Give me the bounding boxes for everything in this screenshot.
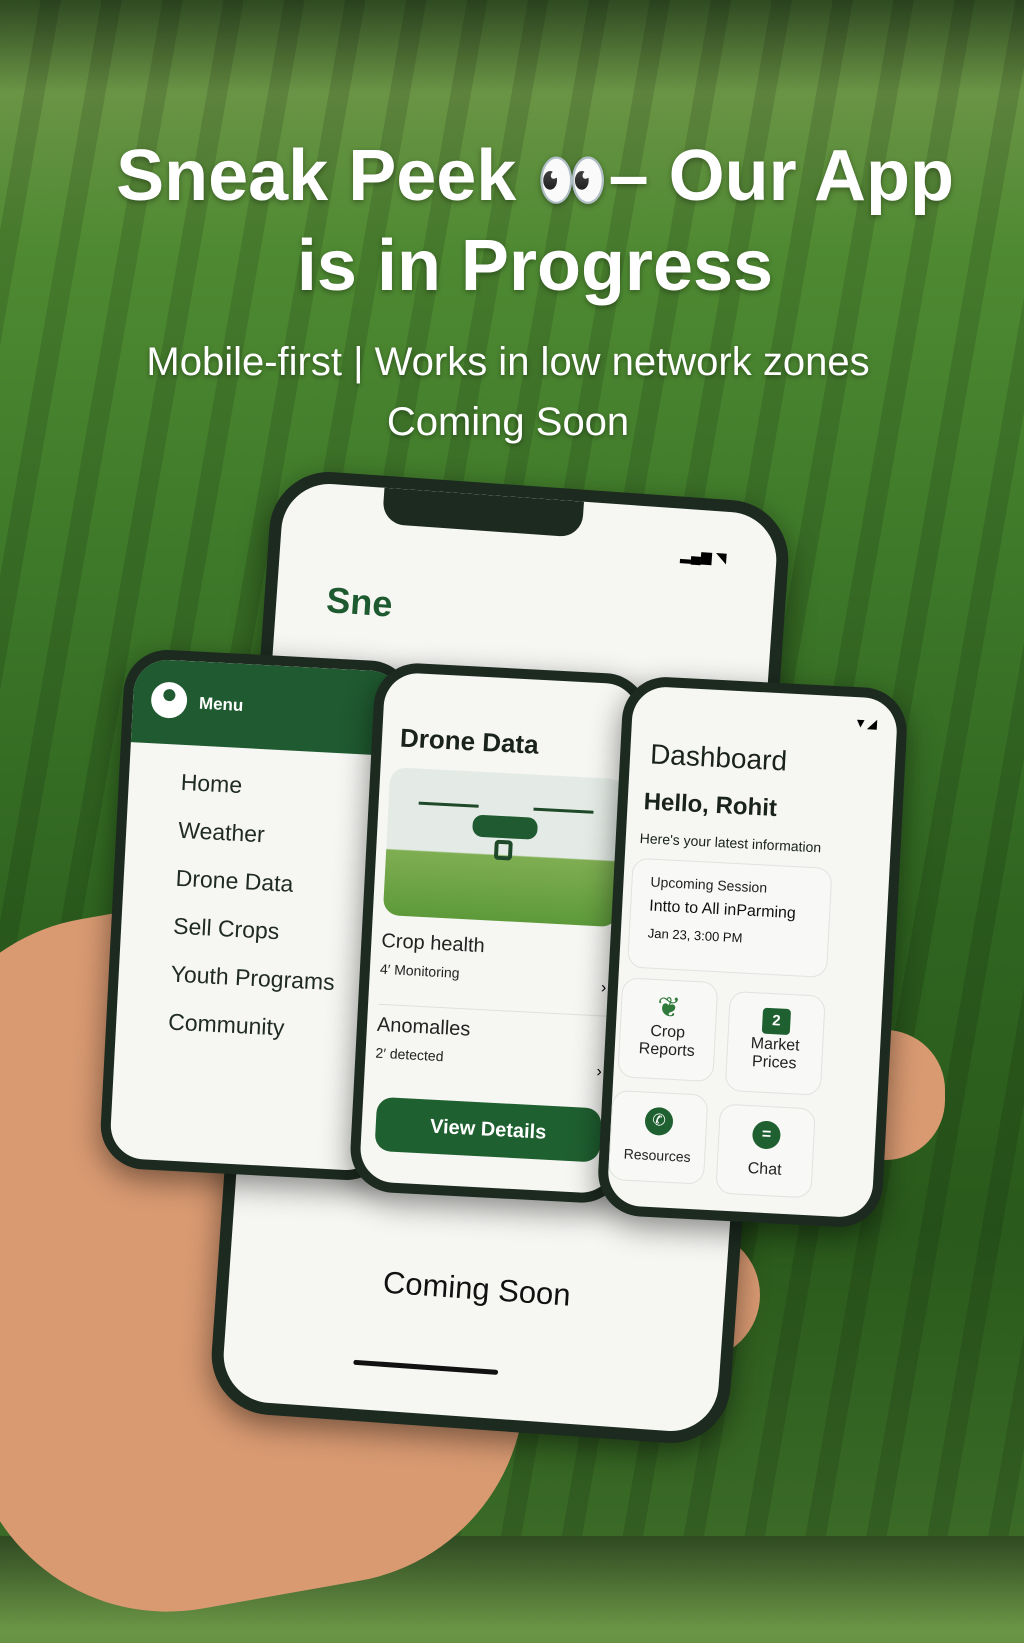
leaf-icon: ❦ <box>656 991 682 1024</box>
phone-icon: ✆ <box>644 1106 674 1137</box>
menu-title: Menu <box>198 693 244 715</box>
tile-chat[interactable]: = Chat <box>715 1103 816 1199</box>
tile-resources[interactable]: ✆ Resources <box>607 1089 709 1185</box>
greeting-subtitle: Here's your latest information <box>639 829 822 856</box>
dashboard-phone: ▼◢ Dashboard Hello, Rohit Here's your la… <box>596 674 909 1230</box>
menu-item-drone-data[interactable]: Drone Data <box>175 865 294 898</box>
row-title: Crop health <box>380 929 486 958</box>
session-label: Upcoming Session <box>650 873 768 896</box>
upcoming-session-card[interactable]: Upcoming Session Intto to All inParming … <box>627 857 833 978</box>
chevron-right-icon: › <box>596 1063 603 1081</box>
tile-label: Crop Reports <box>638 1022 696 1061</box>
menu-header: Menu <box>130 658 405 757</box>
tile-label: Chat <box>747 1160 782 1179</box>
row-count: 2 <box>375 1044 384 1062</box>
row-detail: detected <box>389 1045 444 1065</box>
menu-item-community[interactable]: Community <box>168 1009 286 1042</box>
user-avatar-icon[interactable] <box>150 681 189 720</box>
subtitle-line1: Mobile-first | Works in low network zone… <box>146 340 870 384</box>
drone-icon <box>416 794 594 873</box>
coming-soon-label: Coming Soon <box>381 1264 572 1313</box>
dashboard-title: Dashboard <box>649 738 788 777</box>
menu-item-youth-programs[interactable]: Youth Programs <box>170 961 335 997</box>
tile-crop-reports[interactable]: ❦ Crop Reports <box>617 977 719 1083</box>
tile-label: Market Prices <box>750 1035 801 1073</box>
status-icons: ▼◢ <box>853 715 878 732</box>
session-time: Jan 23, 3:00 PM <box>647 925 743 946</box>
eyes-emoji: 👀 <box>536 148 609 213</box>
greeting: Hello, Rohit <box>643 788 778 823</box>
session-name: Intto to All inParming <box>648 897 797 923</box>
subtitle-line2: Coming Soon <box>386 400 630 444</box>
headline-line1: Sneak Peek 👀– Our App <box>116 136 954 216</box>
home-indicator <box>353 1359 499 1375</box>
market-badge: 2 <box>761 1007 792 1036</box>
headline-line2: is in Progress <box>296 226 774 306</box>
row-count: 4 <box>379 960 389 978</box>
menu-item-home[interactable]: Home <box>180 769 243 799</box>
tile-market-prices[interactable]: 2 Market Prices <box>724 990 826 1096</box>
row-detail: Monitoring <box>393 961 460 981</box>
notch <box>381 487 584 538</box>
tile-label: Resources <box>623 1145 692 1166</box>
drone-row-crop-health[interactable]: Crop health 4′ Monitoring › <box>378 929 617 1018</box>
row-title: Anomalles <box>376 1013 471 1041</box>
drone-image <box>382 767 626 928</box>
menu-item-sell-crops[interactable]: Sell Crops <box>173 913 280 946</box>
status-icons: ▂▄▆ ◥ <box>679 546 727 566</box>
drone-row-anomalies[interactable]: Anomalles 2′ detected › <box>374 1014 613 1101</box>
app-title: Sne <box>325 579 394 625</box>
view-details-button[interactable]: View Details <box>374 1096 602 1163</box>
drone-title: Drone Data <box>399 722 540 760</box>
menu-item-weather[interactable]: Weather <box>178 817 266 848</box>
chat-icon: = <box>751 1120 782 1150</box>
chevron-right-icon: › <box>600 979 607 997</box>
